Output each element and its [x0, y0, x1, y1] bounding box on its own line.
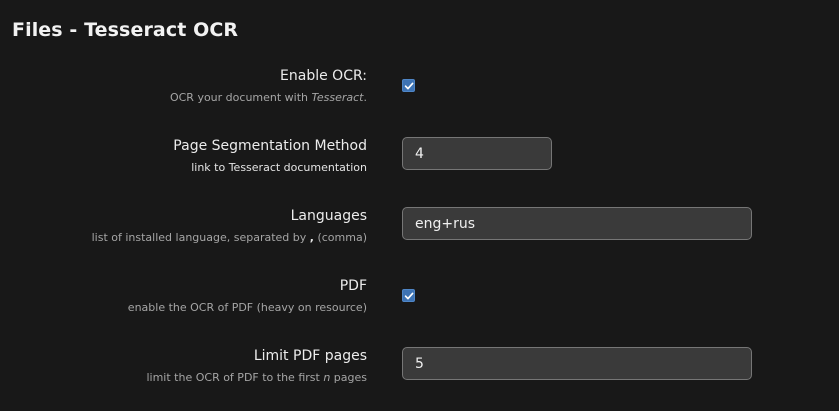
limit-pdf-pages-input[interactable]	[402, 347, 752, 380]
enable-ocr-label: Enable OCR:	[280, 68, 367, 84]
enable-ocr-checkbox[interactable]	[402, 79, 415, 92]
languages-hint: list of installed language, separated by…	[91, 231, 367, 244]
pdf-label: PDF	[339, 278, 367, 294]
limit-pdf-pages-label: Limit PDF pages	[253, 348, 367, 364]
psm-doc-link[interactable]: link to Tesseract documentation	[173, 160, 367, 175]
psm-label-group: Page Segmentation Method link to Tessera…	[173, 137, 367, 175]
limit-pdf-pages-hint: limit the OCR of PDF to the first n page…	[146, 371, 367, 384]
psm-input[interactable]	[402, 137, 552, 170]
enable-ocr-hint: OCR your document with Tesseract.	[169, 91, 367, 104]
tesseract-emphasis: Tesseract	[311, 91, 364, 104]
pdf-hint: enable the OCR of PDF (heavy on resource…	[127, 301, 367, 314]
checkmark-icon	[404, 82, 414, 90]
psm-label: Page Segmentation Method	[173, 138, 367, 154]
limit-pdf-pages-label-group: Limit PDF pages limit the OCR of PDF to …	[146, 347, 367, 385]
languages-input[interactable]	[402, 207, 752, 240]
pdf-label-group: PDF enable the OCR of PDF (heavy on reso…	[128, 277, 367, 315]
pdf-checkbox[interactable]	[402, 289, 415, 302]
languages-label-group: Languages list of installed language, se…	[92, 207, 367, 245]
section-title: Files - Tesseract OCR	[12, 19, 239, 41]
checkmark-icon	[404, 292, 414, 300]
settings-page: Files - Tesseract OCR Enable OCR: OCR yo…	[0, 0, 839, 411]
languages-label: Languages	[290, 208, 367, 224]
enable-ocr-label-group: Enable OCR: OCR your document with Tesse…	[170, 67, 367, 105]
